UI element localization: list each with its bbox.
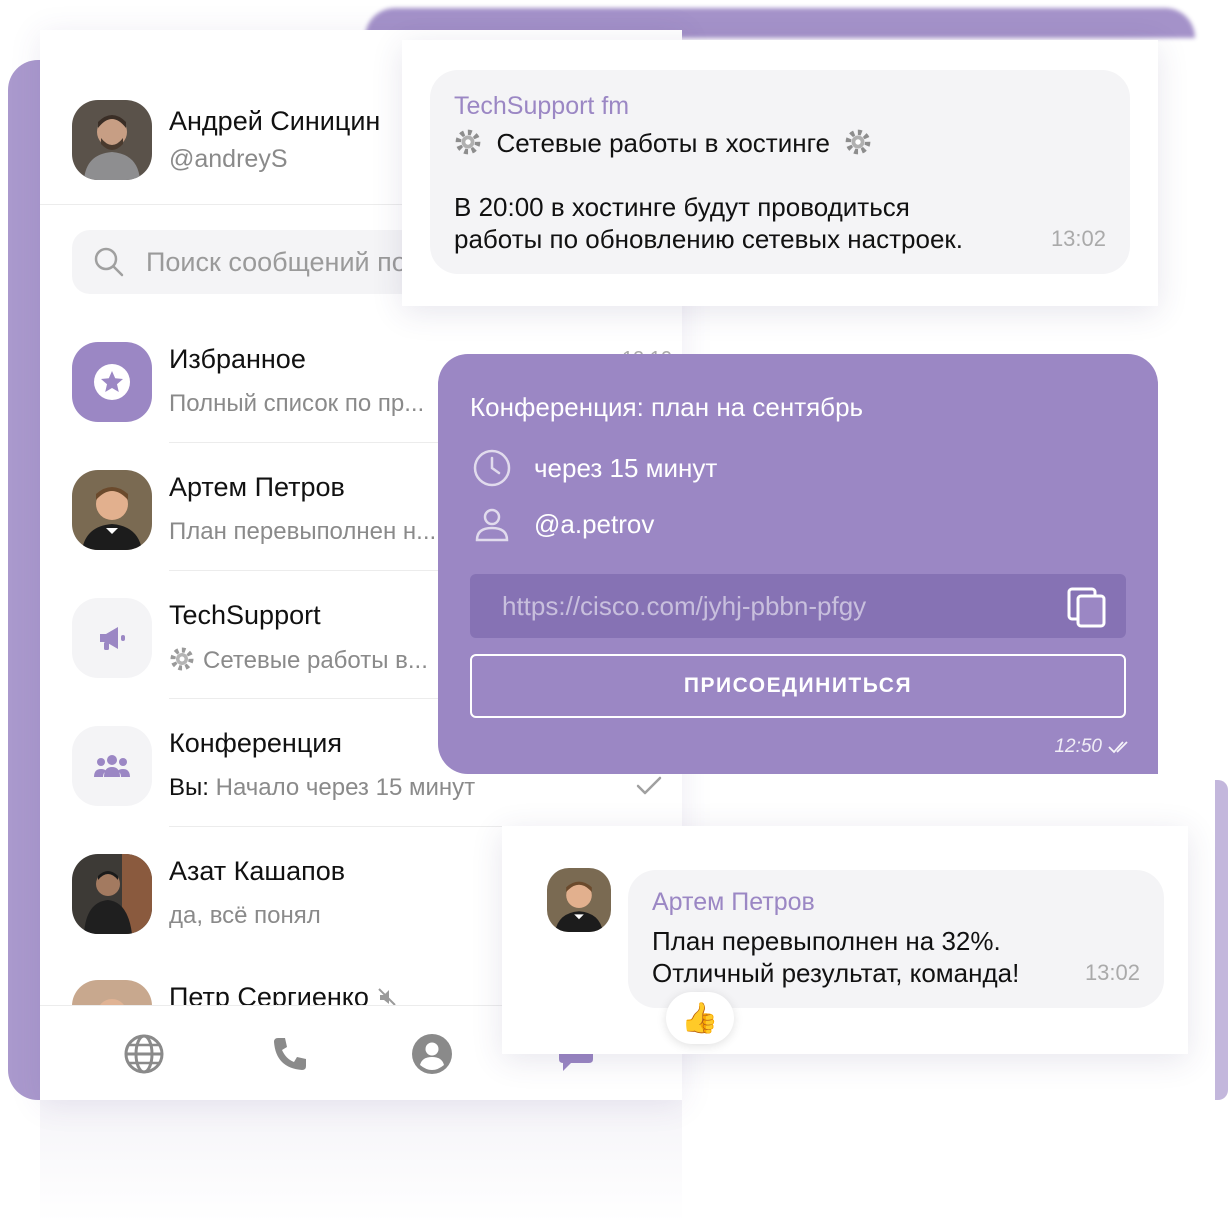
- search-icon: [94, 247, 124, 277]
- check-icon: [636, 776, 662, 795]
- gear-icon: [846, 129, 871, 155]
- message-bubble[interactable]: TechSupport fm Сетевые работы в хостинге…: [430, 70, 1130, 274]
- conference-invite-card: Конференция: план на сентябрь через 15 м…: [438, 354, 1158, 774]
- tab-account[interactable]: [408, 1030, 456, 1078]
- avatar: [72, 854, 152, 934]
- group-icon: [94, 755, 130, 777]
- message-time: 13:02: [1050, 226, 1106, 251]
- thumbs-up-icon: 👍: [681, 1001, 719, 1035]
- person-icon: [475, 508, 509, 542]
- conference-time-meta: 12:50: [1054, 736, 1134, 758]
- favorites-avatar: [72, 342, 152, 422]
- megaphone-icon: [100, 627, 125, 650]
- tab-calls[interactable]: [266, 1030, 314, 1078]
- clock-icon: [473, 449, 511, 487]
- chat-name: TechSupport: [169, 600, 321, 630]
- avatar: [72, 100, 152, 180]
- avatar: [547, 868, 611, 932]
- message-title-text: Сетевые работы в хостинге: [496, 128, 830, 158]
- globe-icon: [124, 1034, 164, 1074]
- chat-preview: да, всё понял: [169, 902, 321, 929]
- chat-preview-sender: Вы:: [169, 774, 209, 801]
- chat-preview-text: Сетевые работы в...: [203, 647, 428, 674]
- message-time: 13:02: [1084, 960, 1140, 985]
- message-text-line: Отличный результат, команда!: [652, 958, 1020, 988]
- message-text-line: работы по обновлению сетевых настроек.: [454, 224, 964, 254]
- profile-handle: @andreyS: [169, 145, 288, 173]
- message-sender: TechSupport fm: [454, 92, 630, 120]
- chat-preview-text: Начало через 15 минут: [215, 774, 476, 801]
- conference-organizer-row: @a.petrov: [470, 502, 654, 546]
- conference-when: через 15 минут: [534, 452, 718, 483]
- chat-preview: Вы: Начало через 15 минут: [169, 774, 475, 802]
- chat-name: Избранное: [169, 344, 306, 374]
- conference-title: Конференция: план на сентябрь: [470, 392, 864, 422]
- gear-icon: [170, 647, 194, 671]
- message-bubble[interactable]: Артем Петров План перевыполнен на 32%. О…: [628, 870, 1164, 1008]
- techsupport-message-card: TechSupport fm Сетевые работы в хостинге…: [402, 40, 1158, 306]
- conference-organizer: @a.petrov: [534, 508, 655, 539]
- copy-icon[interactable]: [1066, 586, 1108, 628]
- meeting-link-field[interactable]: https://cisco.com/jyhj-pbbn-pfgy: [470, 574, 1126, 638]
- channel-avatar: [72, 598, 152, 678]
- chat-preview: План перевыполнен н...: [169, 518, 437, 545]
- chat-name: Конференция: [169, 728, 342, 758]
- profile-name: Андрей Синицин: [169, 106, 381, 136]
- gear-icon: [455, 129, 481, 155]
- message-text-line: В 20:00 в хостинге будут проводиться: [454, 192, 910, 222]
- chat-preview: Сетевые работы в...: [169, 646, 428, 675]
- chat-preview: Полный список по пр...: [169, 390, 425, 417]
- meeting-link[interactable]: https://cisco.com/jyhj-pbbn-pfgy: [502, 591, 866, 622]
- conference-time-row: через 15 минут: [470, 446, 717, 490]
- chat-name: Артем Петров: [169, 472, 345, 502]
- background-fade: [40, 1100, 682, 1222]
- message-title: Сетевые работы в хостинге: [454, 127, 1106, 159]
- double-check-icon: [1108, 741, 1128, 754]
- message-time: 12:50: [1054, 736, 1102, 757]
- join-button[interactable]: ПРИСОЕДИНИТЬСЯ: [470, 654, 1126, 718]
- tab-globe[interactable]: [120, 1030, 168, 1078]
- phone-icon: [274, 1038, 306, 1070]
- background-glow-right: [1215, 780, 1228, 1100]
- account-icon: [412, 1034, 452, 1074]
- chat-name: Азат Кашапов: [169, 856, 346, 886]
- artem-message-card: Артем Петров План перевыполнен на 32%. О…: [502, 826, 1188, 1054]
- reaction-badge[interactable]: 👍: [666, 992, 734, 1044]
- message-text-line: План перевыполнен на 32%.: [652, 926, 1001, 956]
- star-icon: [94, 364, 130, 400]
- avatar: [72, 470, 152, 550]
- message-sender: Артем Петров: [652, 888, 815, 916]
- group-avatar: [72, 726, 152, 806]
- user-profile[interactable]: Андрей Синицин @andreyS: [72, 100, 380, 180]
